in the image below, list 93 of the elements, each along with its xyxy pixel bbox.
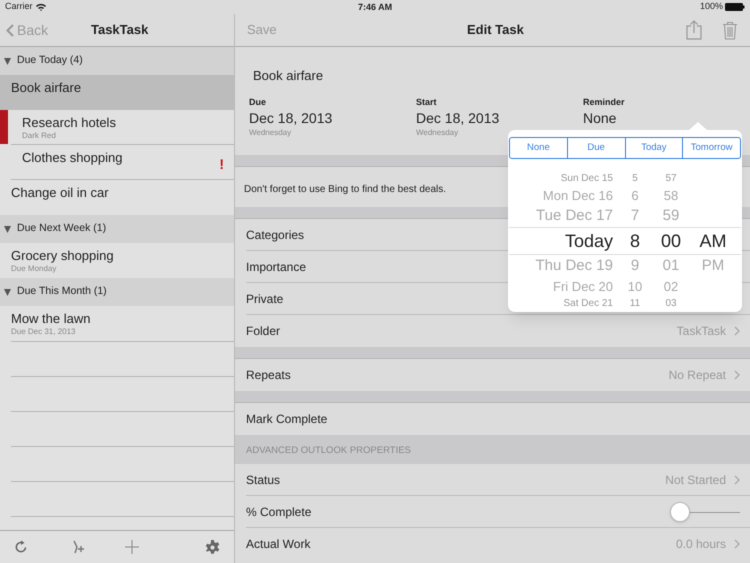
date-value[interactable]: None (583, 108, 750, 128)
row-label: Actual Work (246, 536, 310, 553)
settings-row[interactable]: Folder TaskTask (246, 315, 750, 347)
chevron-right-icon (734, 474, 740, 484)
row-label: Importance (246, 258, 306, 276)
picker-hour: 6 (630, 186, 640, 205)
chevron-right-icon (734, 370, 740, 380)
picker-day: Sat Dec 21 (509, 296, 613, 311)
row-label: Private (246, 290, 284, 308)
date-label: Start (416, 96, 438, 108)
battery-icon (725, 3, 745, 11)
task-row[interactable]: Grocery shopping Due Monday (0, 243, 234, 278)
picker-row[interactable]: Today 8 00 AM (509, 227, 741, 255)
clock: 7:46 AM (358, 1, 392, 14)
triangle-down-icon (4, 58, 11, 64)
chevron-left-icon (6, 24, 14, 36)
row-value: Not Started (665, 472, 726, 488)
share-icon[interactable] (686, 20, 702, 40)
slider-thumb[interactable] (670, 502, 690, 522)
task-title: Clothes shopping (22, 149, 122, 166)
date-value[interactable]: Dec 18, 2013 (249, 108, 416, 128)
segment-tab[interactable]: Due (566, 138, 624, 158)
notes-text[interactable]: Don't forget to use Bing to find the best deals. (244, 184, 446, 195)
triangle-down-icon (4, 288, 11, 296)
task-subtitle: Due Monday (11, 264, 56, 274)
importance-label: ! (219, 155, 224, 174)
task-subtitle: Dark Red (22, 131, 56, 141)
date-label: Reminder (583, 96, 626, 108)
chevron-right-icon (734, 539, 740, 549)
picker-minute: 00 (660, 230, 682, 252)
picker-minute: 03 (664, 297, 678, 311)
row-label: Repeats (246, 367, 291, 384)
settings-row[interactable]: Repeats No Repeat (246, 359, 750, 391)
picker-hour: 9 (630, 256, 640, 276)
settings-row[interactable]: % Complete (246, 496, 750, 528)
row-label: Status (246, 472, 280, 488)
picker-minute: 57 (664, 172, 678, 186)
task-row[interactable]: Change oil in car (0, 180, 234, 215)
picker-hour: 8 (628, 230, 641, 252)
group-header[interactable]: Due Today (4) (0, 47, 234, 75)
carrier-label: Carrier (5, 0, 33, 14)
plus-icon[interactable] (125, 540, 139, 554)
list-title: TaskTask (91, 21, 148, 40)
row-label: Folder (246, 323, 280, 340)
percent-slider[interactable] (670, 502, 740, 522)
segment-tab[interactable]: Today (624, 138, 682, 158)
picker-period: PM (700, 256, 726, 276)
refresh-icon[interactable] (14, 540, 28, 554)
segment-tab[interactable]: None (510, 138, 567, 158)
date-label: Due (249, 96, 268, 108)
segment-tab[interactable]: Tomorrow (682, 138, 740, 158)
weekday-label: Wednesday (249, 128, 292, 138)
settings-icon[interactable] (205, 540, 220, 554)
task-title: Change oil in car (11, 184, 109, 201)
row-value: TaskTask (676, 323, 726, 340)
group-header[interactable]: Due This Month (1) (0, 278, 234, 306)
triangle-down-icon (4, 226, 11, 232)
picker-minute: 58 (662, 186, 680, 205)
picker-hour: 5 (631, 172, 639, 186)
picker-hour: 11 (628, 297, 642, 311)
picker-minute: 01 (662, 256, 680, 276)
row-label: Mark Complete (246, 411, 328, 428)
task-row[interactable]: Book airfare (0, 75, 234, 110)
settings-row[interactable]: Mark Complete (246, 403, 750, 435)
group-header[interactable]: Due Next Week (1) (0, 215, 234, 243)
weekday-label: Wednesday (416, 128, 460, 138)
date-value[interactable]: Dec 18, 2013 (416, 108, 583, 128)
settings-row[interactable]: Actual Work 0.0 hours (246, 528, 750, 560)
task-row[interactable]: Research hotels Dark Red (11, 110, 234, 145)
row-label: % Complete (246, 504, 312, 520)
picker-day: Sun Dec 15 (509, 171, 613, 186)
picker-day: Mon Dec 16 (509, 186, 613, 206)
task-title-field[interactable]: Book airfare (253, 66, 750, 86)
picker-period: AM (698, 230, 728, 252)
task-title: Mow the lawn (11, 310, 90, 327)
section-header: ADVANCED OUTLOOK PROPERTIES (235, 435, 750, 464)
row-value: 0.0 hours (676, 536, 726, 553)
task-subtitle: Due Dec 31, 2013 (11, 327, 76, 337)
task-title: Grocery shopping (11, 247, 114, 264)
task-title: Research hotels (22, 114, 116, 131)
task-row[interactable]: Mow the lawn Due Dec 31, 2013 (0, 306, 234, 341)
row-label: Categories (246, 226, 304, 244)
battery-percent: 100% (700, 0, 723, 14)
wifi-icon (36, 3, 46, 11)
trash-icon[interactable] (722, 20, 738, 40)
add-sparkle-icon[interactable] (72, 540, 85, 554)
settings-row[interactable]: Status Not Started (246, 464, 750, 496)
nav-title: Edit Task (467, 21, 524, 40)
row-value: No Repeat (668, 367, 726, 384)
chevron-right-icon (734, 326, 740, 336)
picker-day: Thu Dec 19 (509, 254, 613, 278)
task-title: Book airfare (11, 79, 82, 96)
task-row[interactable]: Clothes shopping ! (11, 145, 234, 180)
